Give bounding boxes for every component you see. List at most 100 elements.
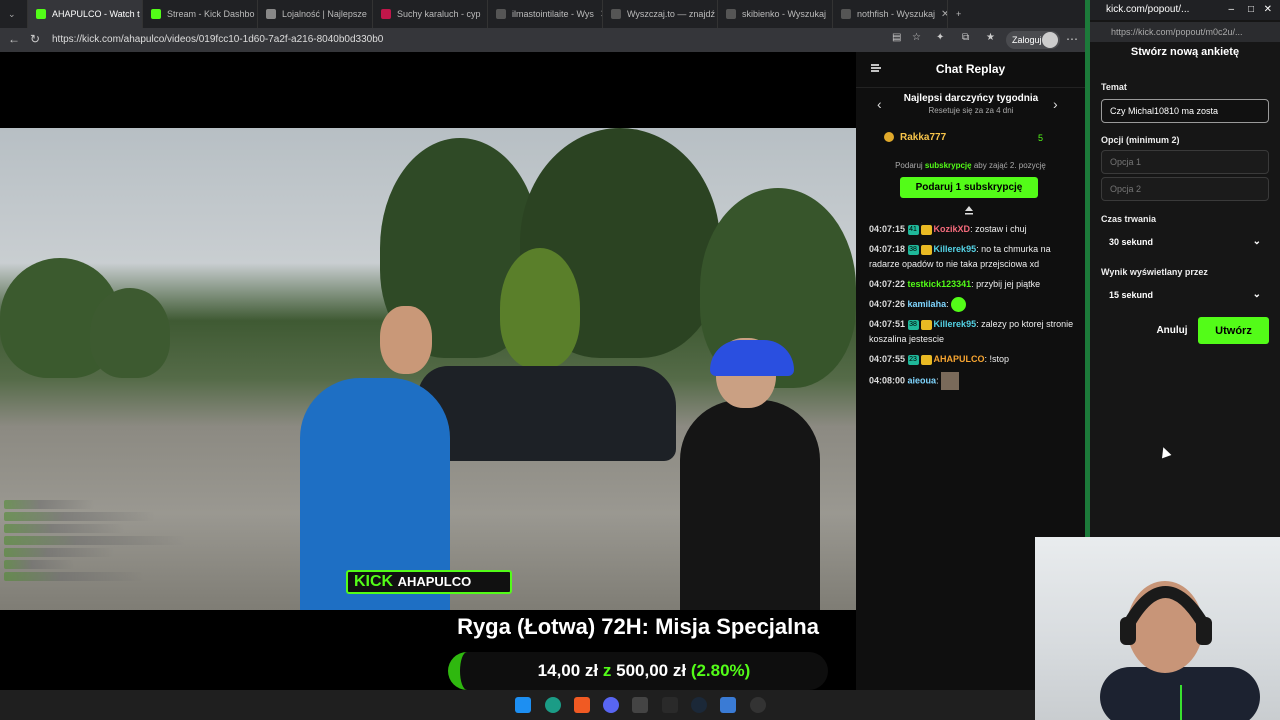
chat-messages: 04:07:15 41 KozikXD: zostaw i chuj 04:07:1…: [869, 222, 1079, 395]
steam-icon[interactable]: [691, 697, 707, 713]
stream-chat-overlay: [4, 500, 194, 600]
tab-label: Lojalność | Najlepsze: [282, 9, 367, 19]
tab-label: Suchy karaluch - cyp: [397, 9, 481, 19]
tab[interactable]: Suchy karaluch - cyp✕: [373, 0, 488, 28]
goal-percent: (2.80%): [690, 661, 751, 680]
message-username[interactable]: testkick123341: [908, 279, 972, 289]
extensions-icon[interactable]: ✦: [936, 32, 944, 43]
streamer-webcam-image: [1100, 581, 1260, 720]
sub-badge-icon: 23: [907, 354, 919, 365]
duration-select[interactable]: 30 sekund ⌄: [1101, 230, 1269, 254]
tab-label: skibienko - Wyszukaj: [742, 9, 826, 19]
option-2-input[interactable]: [1101, 177, 1269, 201]
gift-hint-pre: Podaruj: [895, 161, 923, 170]
chevron-right-icon[interactable]: ›: [1053, 96, 1058, 112]
message-username[interactable]: AHAPULCO: [934, 354, 985, 364]
chat-message: 04:07:55 23 AHAPULCO: !stop: [869, 352, 1079, 367]
message-text: : przybij jej piątke: [971, 279, 1041, 289]
chat-message: 04:07:15 41 KozikXD: zostaw i chuj: [869, 222, 1079, 237]
message-time: 04:07:15: [869, 224, 906, 234]
tab[interactable]: Wyszczaj.to — znajdź✕: [603, 0, 718, 28]
app-icon[interactable]: [720, 697, 736, 713]
maximize-icon[interactable]: □: [1248, 0, 1254, 20]
chevron-down-icon: ⌄: [1252, 236, 1261, 247]
split-icon[interactable]: ⧉: [962, 32, 969, 43]
tab[interactable]: Stream - Kick Dashbo✕: [143, 0, 258, 28]
minimize-icon[interactable]: –: [1228, 0, 1234, 20]
main-browser-window: ⌄ AHAPULCO - Watch t✕Stream - Kick Dashb…: [0, 0, 1085, 690]
app-icon[interactable]: [632, 697, 648, 713]
sub-badge-icon: 38: [907, 244, 919, 255]
avatar[interactable]: [1042, 32, 1058, 48]
windows-start-icon[interactable]: [515, 697, 531, 713]
message-text: : zostaw i chuj: [970, 224, 1027, 234]
crown-badge-icon: [920, 224, 932, 235]
crown-badge-icon: [920, 354, 932, 365]
message-username[interactable]: Killerek95: [934, 244, 977, 254]
message-text: :: [936, 375, 939, 386]
tab-favicon-icon: [611, 9, 621, 19]
goal-target: 500,00 zł: [616, 661, 687, 680]
tab-list-button[interactable]: ⌄: [0, 0, 28, 28]
obs-icon[interactable]: [750, 697, 766, 713]
chat-message: 04:07:18 38 Killerek95: no ta chmurka na …: [869, 242, 1079, 272]
tab[interactable]: ilmastointilaite - Wys✕: [488, 0, 603, 28]
close-tab-icon[interactable]: ✕: [941, 9, 947, 20]
epic-games-icon[interactable]: [662, 697, 678, 713]
message-time: 04:08:00: [869, 375, 906, 386]
edge-icon[interactable]: [545, 697, 561, 713]
result-display-select[interactable]: 15 sekund ⌄: [1101, 283, 1269, 307]
tab-label: Wyszczaj.to — znajdź: [627, 9, 715, 19]
discord-icon[interactable]: [603, 697, 619, 713]
topic-input[interactable]: [1101, 99, 1269, 123]
tab[interactable]: AHAPULCO - Watch t✕: [28, 0, 143, 28]
reader-icon[interactable]: ▤: [892, 32, 901, 43]
favorite-icon[interactable]: ☆: [912, 32, 921, 43]
message-username[interactable]: Killerek95: [934, 319, 977, 329]
gift-hint: Podaruj subskrypcję aby zająć 2. pozycję: [856, 161, 1085, 170]
popout-url-bar[interactable]: https://kick.com/popout/m0c2u/...: [1090, 22, 1280, 42]
top-donor-name[interactable]: Rakka777: [900, 132, 946, 143]
tab[interactable]: skibienko - Wyszukaj✕: [718, 0, 833, 28]
pin-toggle-icon[interactable]: [963, 204, 975, 216]
message-username[interactable]: KozikXD: [934, 224, 971, 234]
webcam-overlay: [1035, 537, 1280, 720]
message-username[interactable]: aieoua: [908, 376, 937, 386]
person-head-image: [380, 306, 432, 374]
topic-label: Temat: [1101, 82, 1127, 92]
reload-icon[interactable]: ↻: [30, 32, 40, 46]
chevron-left-icon[interactable]: ‹: [877, 96, 882, 112]
address-bar[interactable]: https://kick.com/ahapulco/videos/019fcc1…: [52, 30, 932, 50]
gift-hint-post: aby zająć 2. pozycję: [973, 161, 1046, 170]
back-icon[interactable]: ←: [8, 32, 20, 46]
cancel-button[interactable]: Anuluj: [1150, 320, 1194, 340]
option-1-input[interactable]: [1101, 150, 1269, 174]
gift-subscription-button[interactable]: Podaruj 1 subskrypcję: [900, 177, 1038, 198]
message-text: : !stop: [984, 354, 1010, 365]
message-text: :: [946, 299, 949, 309]
create-poll-button[interactable]: Utwórz: [1198, 317, 1269, 344]
crown-badge-icon: [920, 319, 932, 330]
gift-hint-link[interactable]: subskrypcję: [925, 161, 972, 170]
tab-favicon-icon: [266, 9, 276, 19]
brave-icon[interactable]: [574, 697, 590, 713]
message-time: 04:07:18: [869, 244, 906, 254]
donation-goal-overlay: 14,00 zł z 500,00 zł (2.80%): [448, 652, 828, 690]
message-time: 04:07:55: [869, 354, 906, 365]
chat-message: 04:07:51 38 Killerek95: zalezy po ktorej …: [869, 317, 1079, 347]
tab-favicon-icon: [496, 9, 506, 19]
close-icon[interactable]: ✕: [1264, 0, 1272, 20]
menu-icon[interactable]: ⋯: [1066, 32, 1078, 46]
car-image: [418, 366, 676, 461]
rank-badge-icon: [884, 132, 894, 142]
tab[interactable]: nothfish - Wyszukaj ✕: [833, 0, 948, 28]
tabs: AHAPULCO - Watch t✕Stream - Kick Dashbo✕…: [28, 0, 948, 28]
tab-label: Stream - Kick Dashbo: [167, 9, 255, 19]
tab-favicon-icon: [381, 9, 391, 19]
message-username[interactable]: kamilaha: [908, 299, 947, 309]
tab[interactable]: Lojalność | Najlepsze✕: [258, 0, 373, 28]
new-tab-button[interactable]: +: [948, 0, 978, 28]
chat-header: Chat Replay: [856, 52, 1085, 88]
tree-image: [90, 288, 170, 378]
favorites-icon[interactable]: ★: [986, 32, 995, 43]
